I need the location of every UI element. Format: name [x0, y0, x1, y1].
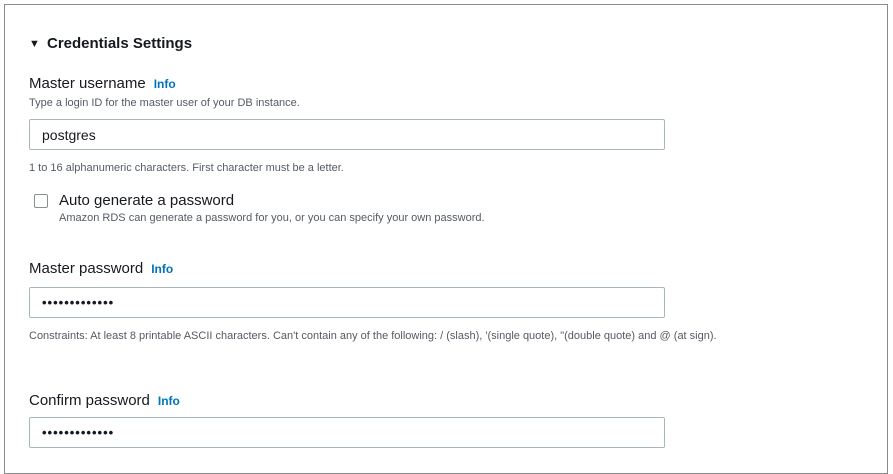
master-password-constraint: Constraints: At least 8 printable ASCII … — [29, 330, 717, 342]
master-password-label: Master password — [29, 260, 144, 277]
master-password-label-row: Master password Info — [29, 260, 173, 277]
auto-generate-password-label[interactable]: Auto generate a password — [59, 192, 485, 209]
master-password-input[interactable]: ••••••••••••• — [29, 287, 665, 318]
confirm-password-label: Confirm password — [29, 392, 150, 409]
confirm-password-label-row: Confirm password Info — [29, 392, 180, 409]
confirm-password-info-link[interactable]: Info — [158, 394, 180, 408]
section-title: Credentials Settings — [47, 35, 193, 52]
auto-generate-password-description: Amazon RDS can generate a password for y… — [59, 212, 485, 224]
master-username-label: Master username — [29, 75, 146, 92]
master-username-info-link[interactable]: Info — [154, 77, 176, 91]
confirm-password-input[interactable]: ••••••••••••• — [29, 417, 665, 448]
caret-down-icon: ▼ — [29, 37, 40, 50]
master-username-input[interactable]: postgres — [29, 119, 665, 150]
auto-generate-password-checkbox[interactable] — [34, 194, 48, 208]
master-password-info-link[interactable]: Info — [151, 262, 173, 276]
auto-generate-password-text: Auto generate a password Amazon RDS can … — [59, 192, 485, 224]
master-username-description: Type a login ID for the master user of y… — [29, 97, 300, 109]
credentials-panel: ▼ Credentials Settings Master username I… — [4, 4, 888, 474]
credentials-settings-toggle[interactable]: ▼ Credentials Settings — [29, 35, 192, 52]
master-username-label-row: Master username Info — [29, 75, 176, 92]
auto-generate-password-option: Auto generate a password Amazon RDS can … — [34, 192, 485, 224]
master-username-constraint: 1 to 16 alphanumeric characters. First c… — [29, 162, 344, 174]
